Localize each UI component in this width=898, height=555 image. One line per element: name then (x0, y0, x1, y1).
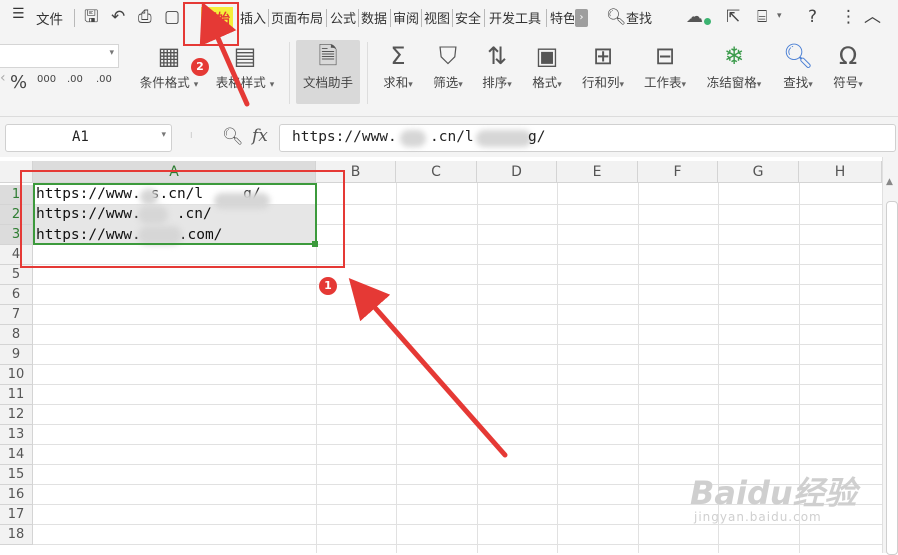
arrow-to-home-tab (199, 1, 250, 107)
watermark-brand: Baidu经验 (690, 474, 857, 512)
watermark-url: jingyan.baidu.com (694, 510, 822, 524)
arrow-to-cells (348, 278, 508, 458)
step-badge-1: 1 (319, 277, 337, 295)
step-badge-2: 2 (191, 58, 209, 76)
